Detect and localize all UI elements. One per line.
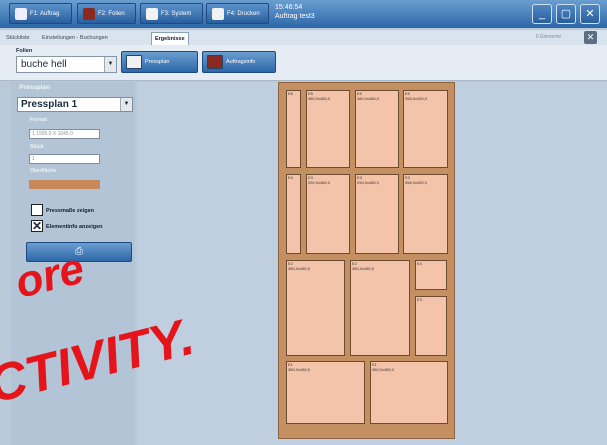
promo-overlay: ore CTIVITY. [0, 244, 200, 415]
promo-text-line1: ore [11, 244, 89, 308]
promo-text-line2: CTIVITY. [0, 308, 200, 415]
